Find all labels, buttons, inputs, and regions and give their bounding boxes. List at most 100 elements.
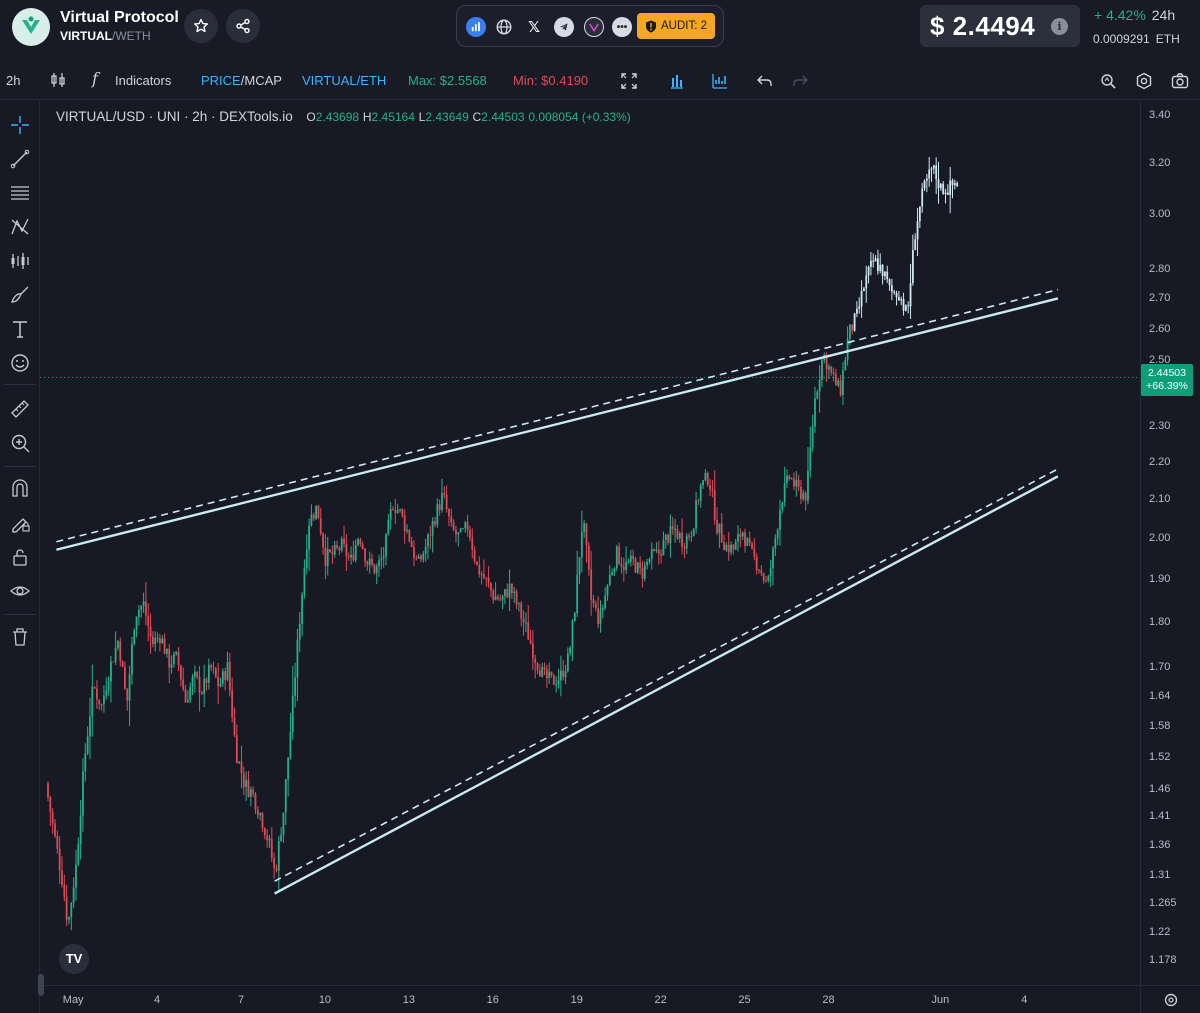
chart-settings-icon[interactable]: [711, 72, 729, 90]
candle-body: [865, 275, 868, 289]
globe-icon[interactable]: [494, 17, 514, 37]
virtual-protocol-logo[interactable]: [12, 8, 50, 46]
undo-icon[interactable]: [756, 72, 774, 90]
candle-body: [275, 868, 278, 871]
candle-body: [291, 695, 294, 732]
lock-icon[interactable]: [9, 546, 31, 568]
candle-body: [424, 546, 427, 554]
candle-body: [830, 366, 833, 373]
candle-body: [946, 192, 949, 195]
chart-canvas[interactable]: [40, 100, 1140, 985]
candle-body: [909, 283, 912, 307]
candle-body: [781, 502, 784, 511]
candle-body: [608, 574, 611, 586]
x-icon[interactable]: 𝕏: [524, 17, 544, 37]
candle-body: [613, 568, 616, 573]
candle-body: [664, 534, 667, 540]
price-axis[interactable]: 3.40 3.20 3.00 2.80 2.70 2.60 2.50 2.30 2.20 2.10…: [1140, 100, 1200, 985]
candle-body: [858, 306, 861, 309]
candle-body: [128, 674, 131, 701]
zoom-in-icon[interactable]: [9, 432, 31, 454]
candle-body: [716, 519, 718, 534]
price-tick-label: 1.58: [1149, 719, 1171, 732]
candle-body: [131, 644, 133, 675]
gear-icon[interactable]: [1135, 72, 1153, 90]
forecast-icon[interactable]: [9, 250, 31, 272]
crosshair-icon[interactable]: [9, 114, 31, 136]
candle-body: [548, 671, 551, 678]
candle-body: [114, 648, 117, 662]
candle-body: [322, 533, 324, 548]
time-axis[interactable]: May 4 7 10 13 16 19 22 25 28 Jun 4: [40, 985, 1140, 1013]
drawing-tools-sidebar: [0, 100, 40, 1013]
candle-body: [186, 700, 189, 703]
indicators-fx-icon[interactable]: f: [92, 69, 98, 88]
fullscreen-icon[interactable]: [620, 72, 638, 90]
indicators-button[interactable]: Indicators: [115, 73, 171, 88]
candle-body: [671, 526, 674, 530]
candle-body: [77, 844, 80, 865]
volume-bars-icon[interactable]: [668, 72, 686, 90]
candle-body: [804, 493, 807, 501]
telegram-icon[interactable]: [554, 17, 574, 37]
candle-body: [226, 662, 229, 681]
price-tick-label: 1.265: [1149, 896, 1177, 909]
camera-icon[interactable]: [1171, 72, 1189, 90]
virtual-eth-toggle[interactable]: VIRTUAL/ETH: [302, 73, 386, 88]
redo-icon[interactable]: [791, 72, 809, 90]
trend-line-icon[interactable]: [9, 148, 31, 170]
candle-body: [566, 653, 569, 672]
info-icon[interactable]: i: [1051, 18, 1068, 35]
text-icon[interactable]: [9, 318, 31, 340]
trash-icon[interactable]: [9, 626, 31, 648]
candle-body: [788, 475, 791, 479]
candle-body: [524, 622, 527, 624]
price-tick-label: 2.10: [1149, 492, 1171, 505]
candle-body: [49, 797, 52, 812]
candle-body: [541, 667, 544, 677]
dextools-chart-icon[interactable]: [466, 17, 486, 37]
axis-settings[interactable]: [1140, 985, 1200, 1013]
candle-body: [935, 165, 938, 180]
lock-drawings-icon[interactable]: [9, 512, 31, 534]
audit-badge[interactable]: AUDIT: 2: [637, 13, 715, 39]
candle-body: [501, 596, 504, 600]
scroll-handle[interactable]: [38, 974, 44, 996]
price-mcap-toggle[interactable]: PRICE/MCAP: [201, 73, 282, 88]
candle-body: [711, 489, 714, 491]
eye-icon[interactable]: [9, 580, 31, 602]
search-compare-icon[interactable]: [1099, 72, 1117, 90]
ruler-icon[interactable]: [9, 398, 31, 420]
candle-body: [860, 290, 863, 307]
price-tick-label: 2.30: [1149, 420, 1171, 433]
candle-body: [133, 629, 136, 645]
candle-body: [177, 651, 180, 666]
candle-body: [904, 305, 907, 311]
pair-base: VIRTUAL: [60, 29, 112, 43]
candle-type-icon[interactable]: [49, 71, 67, 89]
virtual-icon[interactable]: [584, 17, 604, 37]
candle-body: [746, 538, 749, 546]
candle-body: [667, 534, 669, 543]
price-chart[interactable]: [40, 100, 1140, 985]
tradingview-logo[interactable]: TV: [59, 944, 89, 974]
magnet-icon[interactable]: [9, 478, 31, 500]
candle-body: [326, 549, 329, 566]
more-icon[interactable]: •••: [612, 17, 632, 37]
candle-body: [685, 535, 688, 549]
candle-body: [942, 183, 945, 194]
candle-body: [527, 622, 530, 640]
candle-body: [762, 573, 765, 581]
share-button[interactable]: [226, 9, 260, 43]
brush-icon[interactable]: [9, 284, 31, 306]
favorite-button[interactable]: [184, 9, 218, 43]
candle-body: [284, 779, 287, 813]
candle-body: [459, 528, 462, 533]
horizontal-lines-icon[interactable]: [9, 182, 31, 204]
emoji-icon[interactable]: [9, 352, 31, 374]
interval-selector[interactable]: 2h: [6, 73, 20, 88]
ohlc-high-value: 2.45164: [371, 110, 415, 124]
pattern-icon[interactable]: [9, 216, 31, 238]
candle-body: [252, 789, 255, 794]
candle-body: [921, 188, 924, 207]
